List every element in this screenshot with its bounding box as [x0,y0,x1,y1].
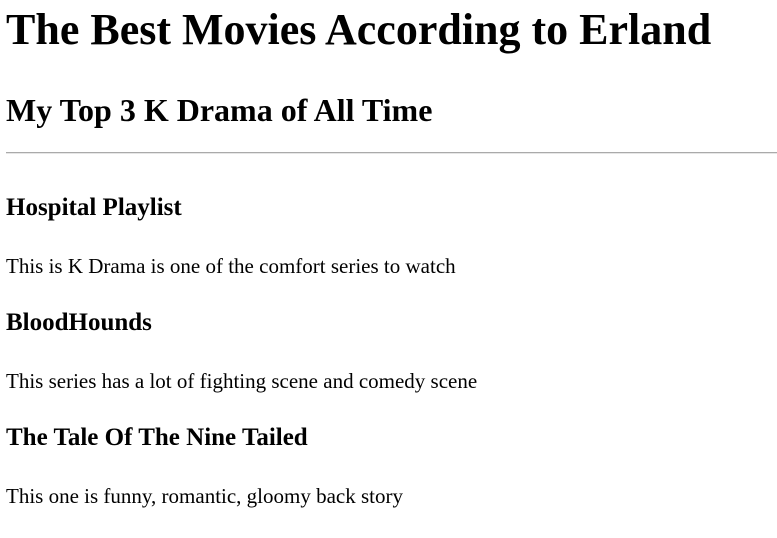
drama-description: This series has a lot of fighting scene … [6,369,478,393]
page-title: The Best Movies According to Erland [6,5,712,54]
section-divider [6,152,777,154]
drama-description: This is K Drama is one of the comfort se… [6,254,456,278]
drama-description: This one is funny, romantic, gloomy back… [6,484,403,508]
page-subtitle: My Top 3 K Drama of All Time [6,92,433,128]
drama-title: Hospital Playlist [6,194,182,221]
drama-title: BloodHounds [6,309,152,336]
drama-title: The Tale Of The Nine Tailed [6,424,308,451]
